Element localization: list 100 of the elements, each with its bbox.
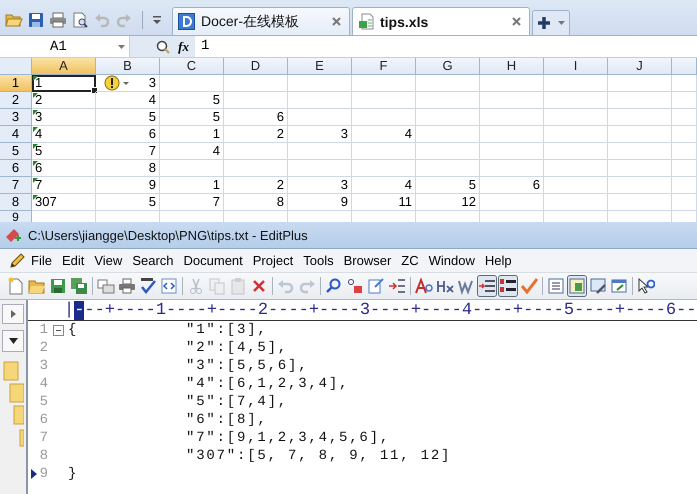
- line-number: 3: [40, 357, 48, 375]
- table-cell: 3: [32, 109, 96, 126]
- table-cell: 7: [96, 143, 160, 160]
- table-cell: [352, 92, 416, 109]
- table-cell: [544, 109, 608, 126]
- menu-item[interactable]: Window: [424, 253, 480, 268]
- table-cell: [544, 75, 608, 92]
- table-cell: [352, 75, 416, 92]
- table-cell: [672, 92, 697, 109]
- menu-item[interactable]: Help: [480, 253, 517, 268]
- code-line: "1":[3],: [186, 321, 268, 339]
- brace: {: [68, 321, 78, 339]
- row-header[interactable]: 9: [0, 211, 32, 222]
- column-header[interactable]: J: [608, 58, 672, 75]
- print-icon[interactable]: [48, 11, 67, 29]
- table-cell: [608, 160, 672, 177]
- row-header[interactable]: 3: [0, 109, 32, 126]
- table-cell: [672, 109, 697, 126]
- function-button[interactable]: fx: [178, 38, 189, 54]
- save-icon[interactable]: [26, 11, 45, 29]
- row-header[interactable]: 7: [0, 177, 32, 194]
- menu-item[interactable]: Edit: [56, 253, 90, 268]
- document-tab[interactable]: tips.xls: [352, 7, 530, 35]
- table-cell: 7: [32, 177, 96, 194]
- new-tab-button[interactable]: [532, 10, 570, 35]
- dropdown-icon[interactable]: [152, 15, 162, 25]
- table-cell: [544, 92, 608, 109]
- table-cell: 2: [32, 92, 96, 109]
- table-cell: 2: [224, 126, 288, 143]
- table-cell: [416, 126, 480, 143]
- table-cell: 3: [288, 126, 352, 143]
- table-cell: [672, 75, 697, 92]
- column-header[interactable]: E: [288, 58, 352, 75]
- document-icon: [178, 13, 195, 30]
- code-line: "5":[7,4],: [186, 393, 288, 411]
- table-cell: [608, 177, 672, 194]
- table-cell: [352, 109, 416, 126]
- table-cell: [480, 143, 544, 160]
- column-header[interactable]: H: [480, 58, 544, 75]
- row-header[interactable]: 6: [0, 160, 32, 177]
- column-header[interactable]: B: [96, 58, 160, 75]
- table-cell: [672, 143, 697, 160]
- table-cell: [608, 92, 672, 109]
- table-cell: 6: [96, 126, 160, 143]
- menu-item[interactable]: ZC: [396, 253, 424, 268]
- formula-field[interactable]: 1: [195, 36, 697, 57]
- code-line: "4":[6,1,2,3,4],: [186, 375, 350, 393]
- plus-icon: [536, 16, 551, 30]
- close-icon[interactable]: [512, 17, 521, 26]
- column-header[interactable]: G: [416, 58, 480, 75]
- menu-item[interactable]: View: [89, 253, 128, 268]
- table-cell: [416, 75, 480, 92]
- close-icon[interactable]: [332, 17, 341, 26]
- row-header[interactable]: 8: [0, 194, 32, 211]
- menu-item[interactable]: Search: [127, 253, 179, 268]
- line-number: 5: [40, 393, 48, 411]
- column-header[interactable]: D: [224, 58, 288, 75]
- menu-item[interactable]: Tools: [298, 253, 339, 268]
- document-tab[interactable]: Docer-在线模板: [172, 7, 350, 35]
- column-header[interactable]: C: [160, 58, 224, 75]
- table-cell: [160, 160, 224, 177]
- pencil-icon: [8, 252, 26, 270]
- table-cell: 11: [352, 194, 416, 211]
- collapse-icon[interactable]: [53, 325, 64, 336]
- menu-item[interactable]: Project: [248, 253, 298, 268]
- warning-icon[interactable]: [104, 75, 130, 91]
- save-all-icon[interactable]: [69, 275, 89, 297]
- linenumbers-icon[interactable]: [498, 275, 518, 297]
- column-header[interactable]: I: [544, 58, 608, 75]
- table-cell: [352, 160, 416, 177]
- expand-button[interactable]: [2, 304, 24, 324]
- table-cell: 2: [224, 177, 288, 194]
- indent-icon[interactable]: [477, 275, 497, 297]
- caret-icon: [8, 338, 18, 344]
- table-cell: 5: [32, 143, 96, 160]
- zoom-icon[interactable]: [156, 40, 170, 54]
- code-line: "3":[5,5,6],: [186, 357, 308, 375]
- column-header[interactable]: A: [32, 58, 96, 75]
- caret-icon: [558, 21, 566, 25]
- table-cell: [608, 126, 672, 143]
- table-cell: 4: [352, 177, 416, 194]
- table-cell: [544, 160, 608, 177]
- dropdown-button[interactable]: [2, 330, 24, 352]
- line-number: 4: [40, 375, 48, 393]
- menu-item[interactable]: Browser: [338, 253, 396, 268]
- row-header[interactable]: 1: [0, 75, 32, 92]
- code-line: "307":[5, 7, 8, 9, 11, 12]: [186, 447, 452, 465]
- table-cell: [608, 109, 672, 126]
- menu-item[interactable]: File: [26, 253, 57, 268]
- row-header[interactable]: 2: [0, 92, 32, 109]
- column-header[interactable]: F: [352, 58, 416, 75]
- check-icon[interactable]: [519, 275, 539, 297]
- table-cell: [672, 194, 697, 211]
- table-cell: 4: [160, 143, 224, 160]
- row-header[interactable]: 4: [0, 126, 32, 143]
- menu-item[interactable]: Document: [178, 253, 248, 268]
- table-cell: [480, 126, 544, 143]
- table-cell: [224, 92, 288, 109]
- row-header[interactable]: 5: [0, 143, 32, 160]
- panel-icon[interactable]: [567, 275, 587, 297]
